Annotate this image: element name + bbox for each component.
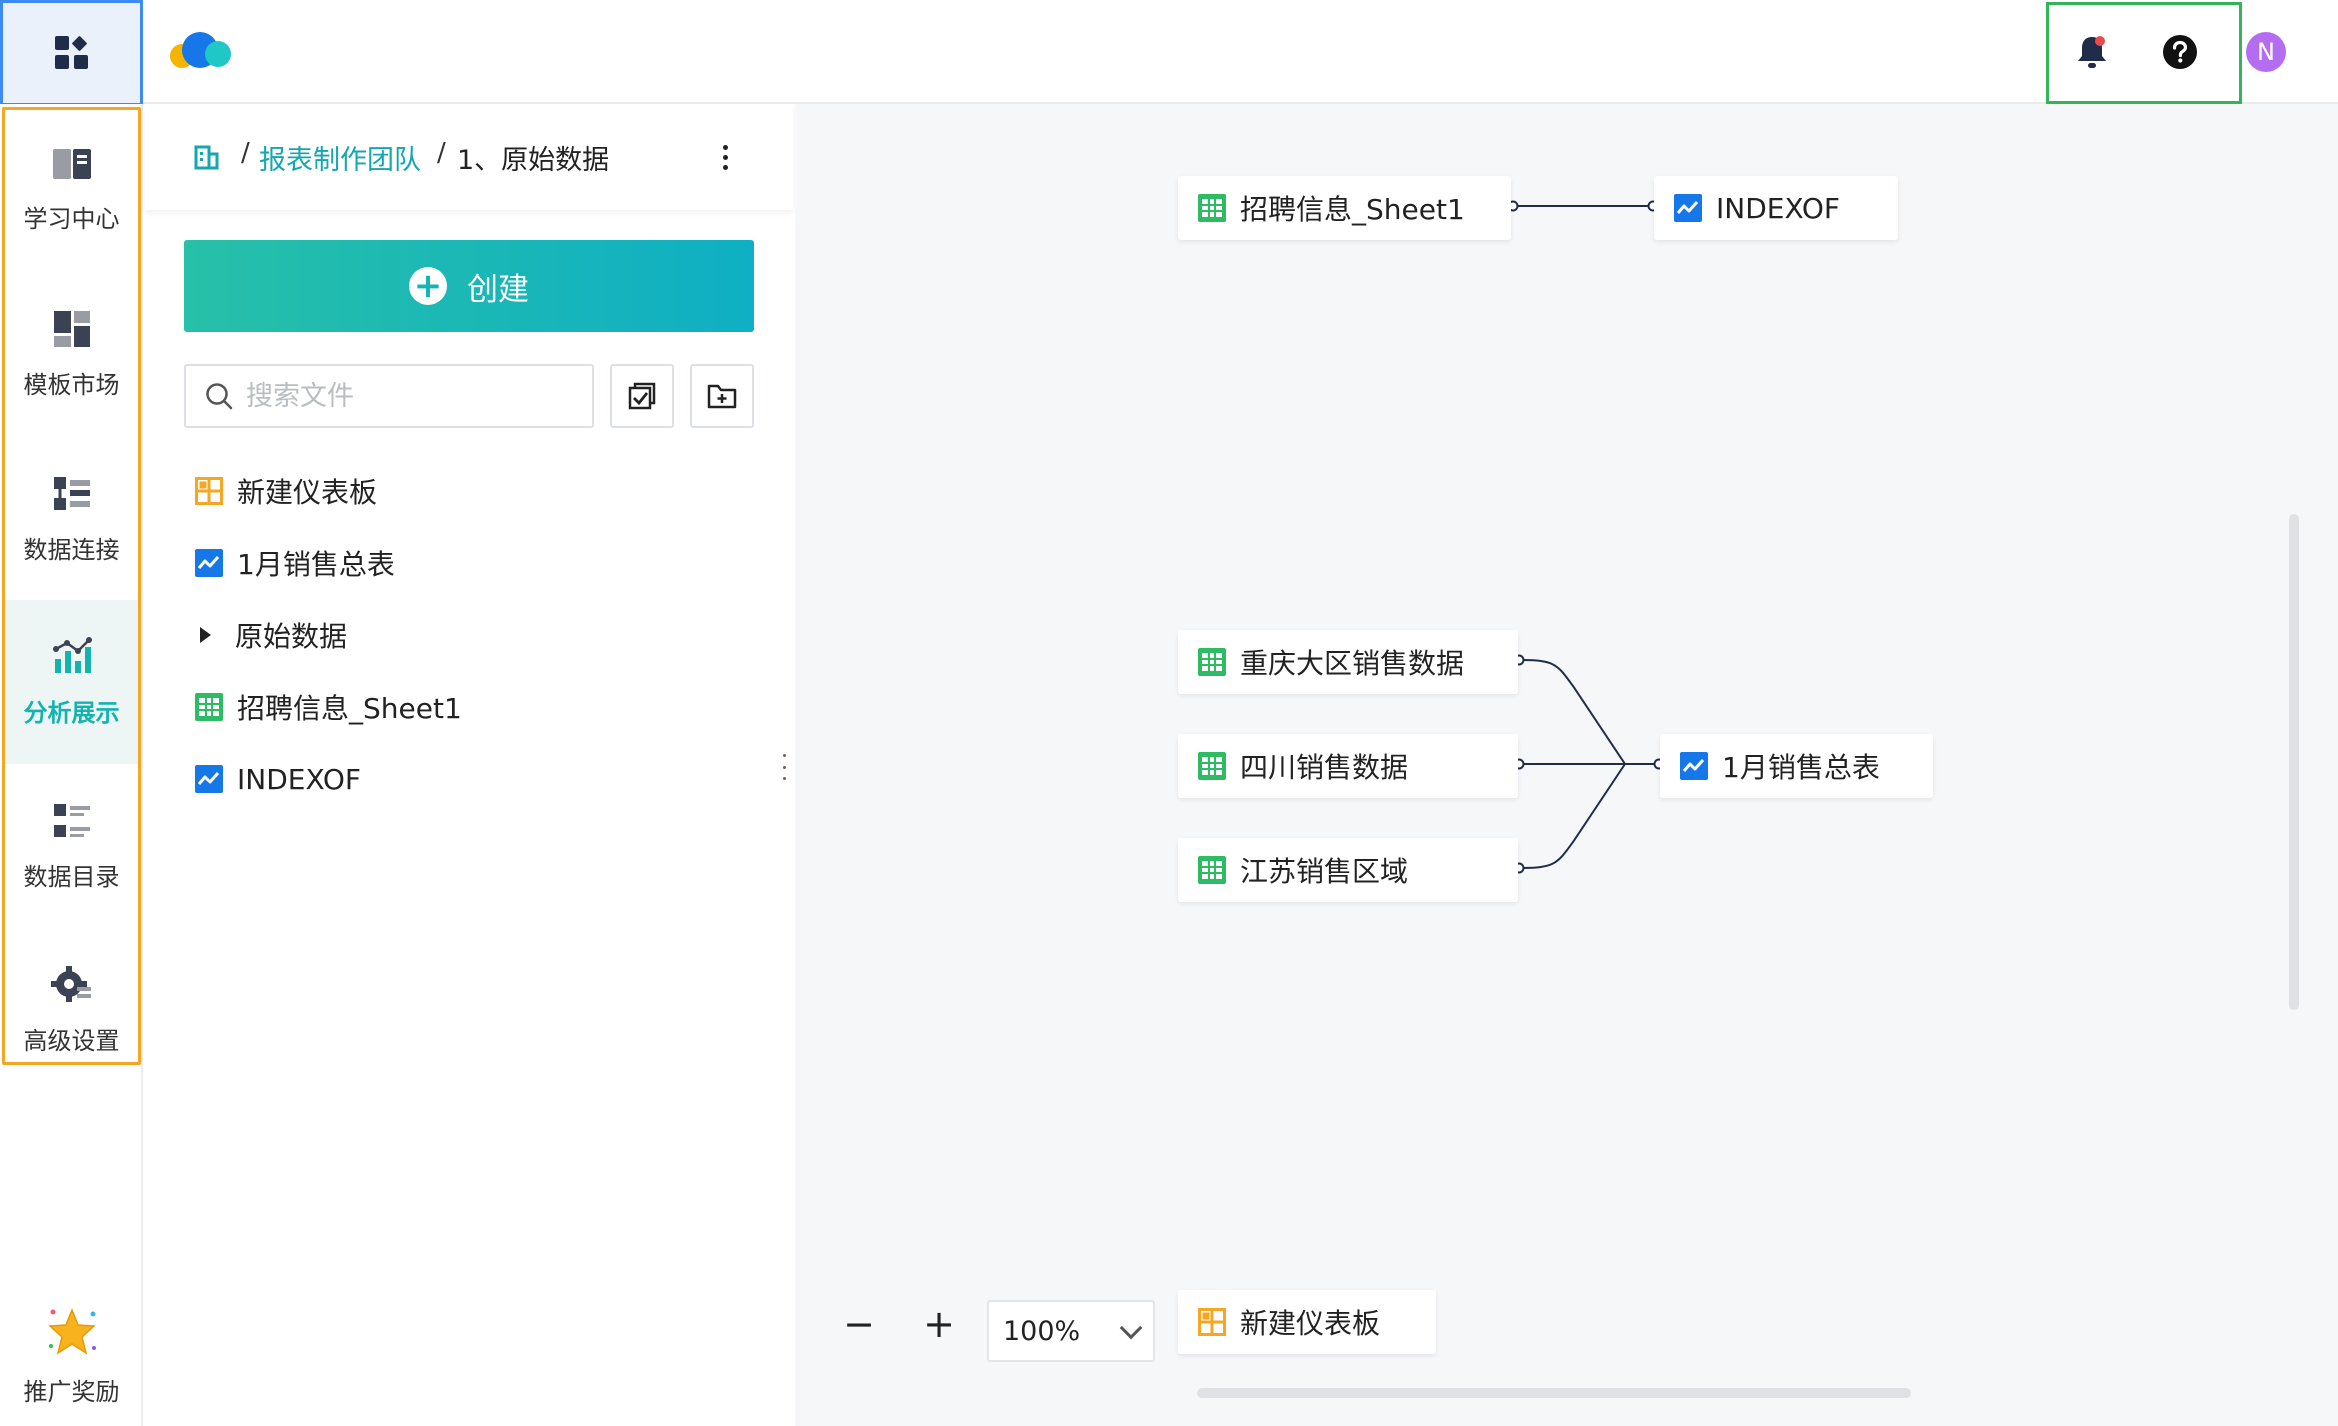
vertical-scrollbar[interactable]: [2289, 514, 2299, 1010]
list-item-folder[interactable]: 原始数据: [191, 611, 347, 659]
nav-item-learning-center[interactable]: 学习中心: [5, 107, 138, 271]
nav-item-label: 高级设置: [23, 1026, 120, 1055]
more-dots-icon: [722, 144, 728, 150]
nav-item-data-catalog[interactable]: 数据目录: [5, 764, 138, 928]
nav-item-template-market[interactable]: 模板市场: [5, 272, 138, 436]
zoom-level-value: 100%: [1003, 1315, 1081, 1347]
file-name: 招聘信息_Sheet1: [237, 692, 462, 725]
dashboard-icon: [195, 477, 223, 505]
breadcrumb-separator: /: [241, 138, 250, 168]
user-avatar[interactable]: N: [2246, 32, 2286, 72]
nav-item-label: 模板市场: [23, 370, 120, 399]
list-item-dashboard[interactable]: 新建仪表板: [195, 467, 377, 515]
breadcrumb-team-link[interactable]: 报表制作团队: [259, 138, 421, 177]
node-label: 招聘信息_Sheet1: [1240, 193, 1465, 226]
zoom-in-button[interactable]: +: [915, 1300, 963, 1348]
settings-icon: [50, 965, 91, 1002]
chevron-down-icon: [1119, 1316, 1143, 1340]
node-sichuan-sales[interactable]: 四川销售数据: [1178, 734, 1518, 798]
plus-circle-icon: +: [409, 267, 447, 305]
breadcrumb-separator: /: [437, 138, 446, 168]
search-icon: [206, 383, 233, 410]
table-icon: [195, 693, 223, 721]
node-label: 新建仪表板: [1240, 1307, 1381, 1340]
table-icon: [1198, 194, 1226, 222]
file-name: INDEXOF: [237, 762, 361, 796]
list-item-report[interactable]: INDEXOF: [195, 755, 361, 803]
nav-item-label: 数据目录: [23, 862, 120, 891]
nav-item-advanced-settings[interactable]: 高级设置: [5, 928, 138, 1092]
nav-item-label: 推广奖励: [23, 1377, 120, 1406]
node-indexof[interactable]: INDEXOF: [1654, 176, 1898, 240]
node-chongqing-sales[interactable]: 重庆大区销售数据: [1178, 630, 1518, 694]
node-label: 江苏销售区域: [1240, 855, 1409, 888]
node-jan-sales-report[interactable]: 1月销售总表: [1660, 734, 1933, 798]
help-button[interactable]: [2156, 28, 2204, 76]
app-root: N 学习中心 模板市场 数据连接 分析展示 数据目录 高级设置 推广奖励 / 报…: [0, 0, 2338, 1426]
horizontal-scrollbar[interactable]: [1197, 1388, 1911, 1398]
star-reward-icon: [47, 1307, 96, 1355]
table-icon: [1198, 856, 1226, 884]
notification-dot: [2095, 36, 2105, 46]
data-connect-icon: [53, 476, 90, 510]
list-item-report[interactable]: 1月销售总表: [195, 539, 395, 587]
search-input[interactable]: [246, 380, 566, 412]
checkbox-multi-icon: [628, 382, 656, 410]
file-name: 原始数据: [235, 620, 348, 653]
lineage-canvas[interactable]: 招聘信息_Sheet1 INDEXOF 重庆大区销售数据 四川销售数据 江苏销售…: [795, 104, 2338, 1426]
report-chart-icon: [1674, 194, 1702, 222]
list-item-table[interactable]: 招聘信息_Sheet1: [195, 683, 462, 731]
node-new-dashboard[interactable]: 新建仪表板: [1178, 1290, 1436, 1354]
nav-item-label: 分析展示: [23, 698, 120, 727]
question-icon: [2163, 35, 2197, 69]
bell-icon: [2078, 36, 2106, 68]
node-label: 四川销售数据: [1240, 751, 1409, 784]
create-button[interactable]: + 创建: [184, 240, 754, 332]
file-name: 新建仪表板: [237, 476, 378, 509]
dashboard-icon: [1198, 1308, 1226, 1336]
file-name: 1月销售总表: [237, 548, 395, 581]
report-chart-icon: [195, 765, 223, 793]
template-icon: [53, 310, 90, 347]
node-label: 1月销售总表: [1722, 751, 1880, 784]
panel-resize-handle[interactable]: [780, 754, 788, 780]
notification-bell-button[interactable]: [2068, 28, 2116, 76]
table-icon: [1198, 752, 1226, 780]
zoom-out-button[interactable]: −: [835, 1300, 883, 1348]
zoom-level-select[interactable]: 100%: [987, 1300, 1155, 1362]
folder-add-icon: [707, 384, 737, 409]
top-bar: N: [0, 0, 2338, 106]
nav-item-data-connect[interactable]: 数据连接: [5, 437, 138, 601]
nav-item-analysis-display[interactable]: 分析展示: [5, 600, 138, 764]
create-button-label: 创建: [467, 271, 529, 308]
panel-header: / 报表制作团队 / 1、原始数据: [145, 104, 793, 210]
node-label: INDEXOF: [1716, 191, 1840, 225]
search-box: [184, 364, 594, 428]
report-chart-icon: [195, 549, 223, 577]
app-switcher-button[interactable]: [0, 0, 143, 106]
book-icon: [52, 148, 91, 179]
breadcrumb-current: 1、原始数据: [457, 145, 610, 176]
building-icon: [194, 145, 219, 170]
table-icon: [1198, 648, 1226, 676]
file-panel: / 报表制作团队 / 1、原始数据 + 创建 搜索文件 新建仪表板 1月销售总表…: [145, 104, 793, 1426]
caret-right-icon[interactable]: [200, 627, 211, 643]
more-options-button[interactable]: [705, 134, 745, 180]
node-recruit-sheet[interactable]: 招聘信息_Sheet1: [1178, 176, 1511, 240]
nav-item-label: 学习中心: [23, 204, 120, 233]
breadcrumb-home[interactable]: [193, 144, 219, 170]
nav-item-promotion-rewards[interactable]: 推广奖励: [5, 1290, 138, 1420]
node-label: 重庆大区销售数据: [1240, 647, 1465, 680]
node-jiangsu-sales[interactable]: 江苏销售区域: [1178, 838, 1518, 902]
chart-icon: [52, 636, 92, 673]
nav-item-label: 数据连接: [23, 535, 120, 564]
lineage-links: [1507, 200, 1665, 874]
catalog-icon: [53, 803, 90, 837]
brand-logo: [168, 28, 238, 74]
grid-icon: [54, 36, 88, 69]
new-folder-button[interactable]: [690, 364, 754, 428]
batch-select-button[interactable]: [610, 364, 674, 428]
report-chart-icon: [1680, 752, 1708, 780]
